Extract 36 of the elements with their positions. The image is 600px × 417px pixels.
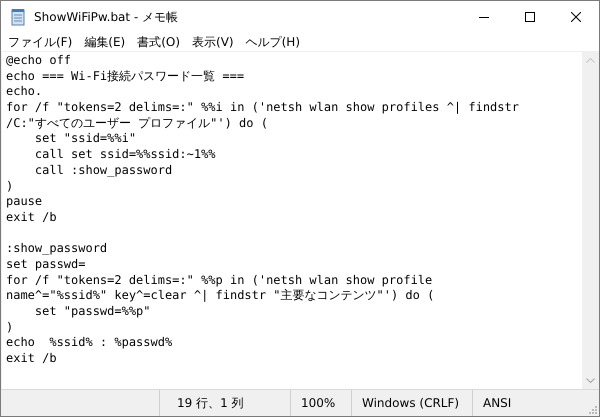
code-line: /C:"すべてのユーザー プロファイル"') do ( xyxy=(6,116,269,132)
code-line: ) xyxy=(6,178,14,194)
code-line: exit /b xyxy=(6,210,58,226)
code-line: set "passwd=%%p" xyxy=(34,304,152,320)
code-line: set passwd= xyxy=(6,256,86,273)
cursor-position: 19 行、1 列 xyxy=(177,394,244,412)
code-line: echo. xyxy=(6,84,44,100)
vertical-scrollbar[interactable] xyxy=(582,52,599,389)
code-line: call :show_password xyxy=(34,162,174,178)
scroll-down-icon[interactable] xyxy=(586,378,595,383)
window-title: ShowWiFiPw.bat - メモ帳 xyxy=(34,8,178,26)
code-line: name^="%ssid%" key^=clear ^| findstr "主要なコンテンツ"') do ( xyxy=(6,288,436,304)
menu-item[interactable]: ヘルプ(H) xyxy=(240,33,306,51)
close-icon xyxy=(571,12,581,22)
code-line: call set ssid=%%ssid:~1%% xyxy=(34,147,217,163)
code-line: for /f "tokens=2 delims=:" %%i in ('netsh wlan show profiles ^| findstr xyxy=(6,100,520,116)
menu-item[interactable]: 編集(E) xyxy=(78,33,132,51)
code-line: exit /b xyxy=(6,351,58,367)
code-line: echo %ssid% : %passwd% xyxy=(6,335,174,352)
scroll-up-icon[interactable] xyxy=(586,58,595,63)
code-line: set "ssid=%%i" xyxy=(34,131,138,148)
line-ending: Windows (CRLF) xyxy=(362,396,460,410)
notepad-icon xyxy=(10,8,26,26)
encoding: ANSI xyxy=(483,396,512,410)
menu-item[interactable]: 書式(O) xyxy=(131,33,186,51)
code-line: @echo off xyxy=(6,53,72,69)
code-line: pause xyxy=(6,194,44,210)
maximize-icon xyxy=(525,12,535,22)
code-line: echo === Wi-Fi接続パスワード一覧 === xyxy=(6,68,246,84)
resize-grip-icon[interactable] xyxy=(589,406,597,414)
code-line: :show_password xyxy=(6,241,108,257)
menu-item[interactable]: 表示(V) xyxy=(186,33,240,51)
zoom-level: 100% xyxy=(301,396,336,410)
menu-item[interactable]: ファイル(F) xyxy=(2,33,78,51)
code-line: for /f "tokens=2 delims=:" %%p in ('netsh wlan show profile xyxy=(6,272,434,288)
code-line: ) xyxy=(6,320,14,336)
